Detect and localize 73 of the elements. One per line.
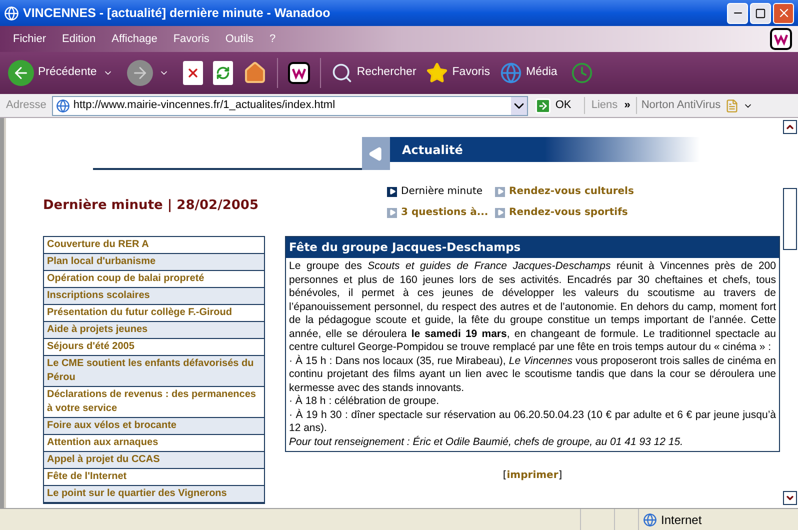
star-icon	[426, 62, 448, 84]
stop-icon	[186, 66, 200, 80]
page-heading: Dernière minute | 28/02/2005	[43, 198, 259, 213]
favorites-button[interactable]: Favoris	[426, 62, 490, 84]
left-triangle-icon	[368, 146, 384, 162]
subnav-link[interactable]: 3 questions à...	[387, 205, 491, 220]
scroll-down-button[interactable]	[783, 491, 797, 505]
menu-item[interactable]: Outils	[220, 30, 259, 48]
news-link[interactable]: Couverture du RER A	[44, 237, 264, 254]
news-link[interactable]: Séjours d'été 2005	[44, 339, 264, 356]
globe-icon	[500, 62, 522, 84]
news-link[interactable]: Le point sur le quartier des Vignerons	[44, 486, 264, 503]
news-link[interactable]: Appel à projet du CCAS	[44, 452, 264, 469]
page-icon	[56, 98, 70, 112]
maximize-icon	[755, 8, 766, 18]
refresh-icon	[216, 66, 230, 80]
section-title: Actualité	[402, 142, 463, 158]
bracket: [	[502, 469, 507, 484]
media-button[interactable]: Média	[500, 62, 558, 84]
subnav-link[interactable]: Dernière minute	[387, 184, 491, 199]
menu-item[interactable]: Affichage	[106, 30, 162, 48]
dropdown-icon[interactable]	[511, 96, 528, 114]
globe-icon	[643, 512, 657, 526]
contact-note: Pour tout renseignement : Éric et Odile Baumié, chefs de groupe, au 01 41 93 12 15.	[289, 436, 684, 450]
scroll-up-button[interactable]	[783, 120, 797, 134]
news-link[interactable]: Aide à projets jeunes	[44, 322, 264, 339]
print-link[interactable]: imprimer	[506, 468, 558, 484]
article-paragraph: · À 18 h : célébration de groupe.	[289, 395, 440, 408]
antivirus-button[interactable]: Norton AntiVirus	[636, 97, 757, 114]
go-button[interactable]: OK	[532, 96, 584, 114]
news-link[interactable]: Déclarations de revenus : des permanences à votre service	[44, 387, 264, 418]
news-link[interactable]: Plan local d'urbanisme	[44, 254, 264, 271]
search-icon	[330, 62, 353, 84]
logo-icon	[288, 62, 310, 84]
up-caret-icon	[785, 122, 795, 132]
logo-icon	[770, 28, 792, 50]
home-icon[interactable]	[242, 61, 267, 85]
article-title: Fête du groupe Jacques-Deschamps	[286, 237, 779, 258]
news-link[interactable]: Foire aux vélos et brocante	[44, 418, 264, 435]
menu-item[interactable]: ?	[264, 30, 281, 48]
article-paragraph: · À 15 h : Dans nos locaux (35, rue Mirabeau), Le Vincennes vous proposeront trois salles de cinéma en continu projetant des films ayant un lien avec le scoutisme tandis que dans la cour se déroulera une kermesse avec des stands innovants.	[289, 354, 776, 394]
news-link[interactable]: Opération coup de balai propreté	[44, 271, 264, 288]
menu-item[interactable]: Fichier	[8, 30, 52, 48]
search-button[interactable]: Rechercher	[330, 62, 416, 84]
window-title: VINCENNES - [actualité] dernière minute - Wanadoo	[23, 4, 332, 22]
down-caret-icon	[785, 493, 795, 503]
back-button[interactable]: Précédente	[8, 60, 97, 86]
document-icon	[724, 98, 739, 112]
address-field[interactable]: http://www.mairie-vincennes.fr/1_actualites/index.html	[52, 96, 528, 116]
news-link[interactable]: Fête de l'Internet	[44, 469, 264, 486]
page-icon	[4, 6, 19, 20]
refresh-button[interactable]	[212, 61, 233, 85]
minimize-button[interactable]	[727, 2, 748, 24]
maximize-button[interactable]	[750, 2, 771, 24]
address-label: Adresse	[5, 98, 48, 114]
bracket: ]	[558, 469, 562, 484]
news-link[interactable]: Inscriptions scolaires	[44, 288, 264, 305]
subnav-link[interactable]: Rendez-vous sportifs	[495, 205, 634, 220]
news-link[interactable]: Le CME soutient les enfants défavorisés du Pérou	[44, 356, 264, 387]
forward-button[interactable]	[126, 60, 153, 86]
stop-button[interactable]	[182, 61, 203, 85]
article-paragraph: Le groupe des Scouts et guides de France Jacques-Deschamps réunit à Vincennes près de 200 personnes et plus de 160 jeunes lors de ses activités. Encadrés par 30 cheftaines et chefs, tous bénévoles, il permet à ces jeunes de développer les valeurs du scoutisme au travers de l’épanouissement personnel, du respect des autres et de l’autonomie. En dehors du camp, moment fort de la pédagogue scoute et guide, la fête du groupe constitue un temps important de l’année. Cette année, elle se déroulera le samedi 19 mars, en changeant de formule. Le traditionnel spectacle au centre culturel George-Pompidou se trouve remplacé par une fête en trois temps autour du « cinéma » :	[289, 260, 776, 354]
links-button[interactable]: Liens »	[584, 97, 636, 114]
menu-item[interactable]: Favoris	[168, 30, 214, 48]
menu-item[interactable]: Edition	[57, 30, 101, 48]
zone-label: Internet	[661, 512, 702, 528]
news-link[interactable]: Attention aux arnaques	[44, 435, 264, 452]
scroll-thumb[interactable]	[783, 188, 797, 250]
close-button[interactable]	[773, 2, 794, 24]
history-icon[interactable]	[571, 62, 594, 84]
article-paragraph: · À 19 h 30 : dîner spectacle sur réservation au 06.20.50.04.23 (10 € par adulte et 6 € par jeune jusqu’à 12 ans).	[289, 408, 776, 436]
news-link[interactable]: Présentation du futur collège F.-Giroud	[44, 305, 264, 322]
subnav-link[interactable]: Rendez-vous culturels	[495, 184, 634, 199]
